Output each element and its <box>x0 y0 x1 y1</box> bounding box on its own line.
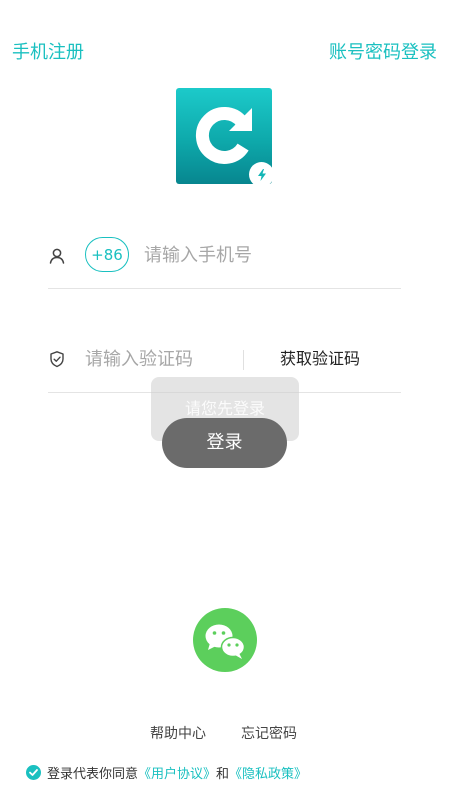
wechat-icon <box>205 624 246 659</box>
account-password-login-link[interactable]: 账号密码登录 <box>329 41 437 65</box>
agreement-checkbox[interactable] <box>26 764 41 780</box>
phone-register-link[interactable]: 手机注册 <box>12 41 84 65</box>
shield-icon <box>50 351 64 368</box>
user-agreement-link[interactable]: 《用户协议》 <box>138 763 216 782</box>
login-screen: 手机注册 账号密码登录 +86 获取验证码 请 <box>0 0 450 800</box>
agreement-row: 登录代表你同意 《用户协议》 和 《隐私政策》 <box>26 762 307 782</box>
get-verification-code-button[interactable]: 获取验证码 <box>280 347 360 371</box>
field-divider <box>243 350 244 370</box>
phone-number-input[interactable] <box>144 242 394 268</box>
privacy-policy-link[interactable]: 《隐私政策》 <box>229 763 307 782</box>
app-logo <box>176 88 274 187</box>
login-button[interactable]: 登录 <box>162 418 287 468</box>
wechat-login-button[interactable] <box>193 608 257 672</box>
country-code-selector[interactable]: +86 <box>85 237 129 272</box>
lightning-badge <box>249 162 274 187</box>
lightning-icon <box>257 168 266 181</box>
toast-text: 请您先登录 <box>184 399 265 418</box>
agreement-prefix: 登录代表你同意 <box>47 766 139 782</box>
forgot-password-link[interactable]: 忘记密码 <box>241 724 297 744</box>
phone-number-row: +86 <box>48 230 401 289</box>
check-icon <box>29 768 38 776</box>
verification-code-input[interactable] <box>85 346 240 372</box>
agreement-conjunction: 和 <box>216 766 230 782</box>
help-center-link[interactable]: 帮助中心 <box>150 724 206 744</box>
user-icon <box>49 248 65 264</box>
